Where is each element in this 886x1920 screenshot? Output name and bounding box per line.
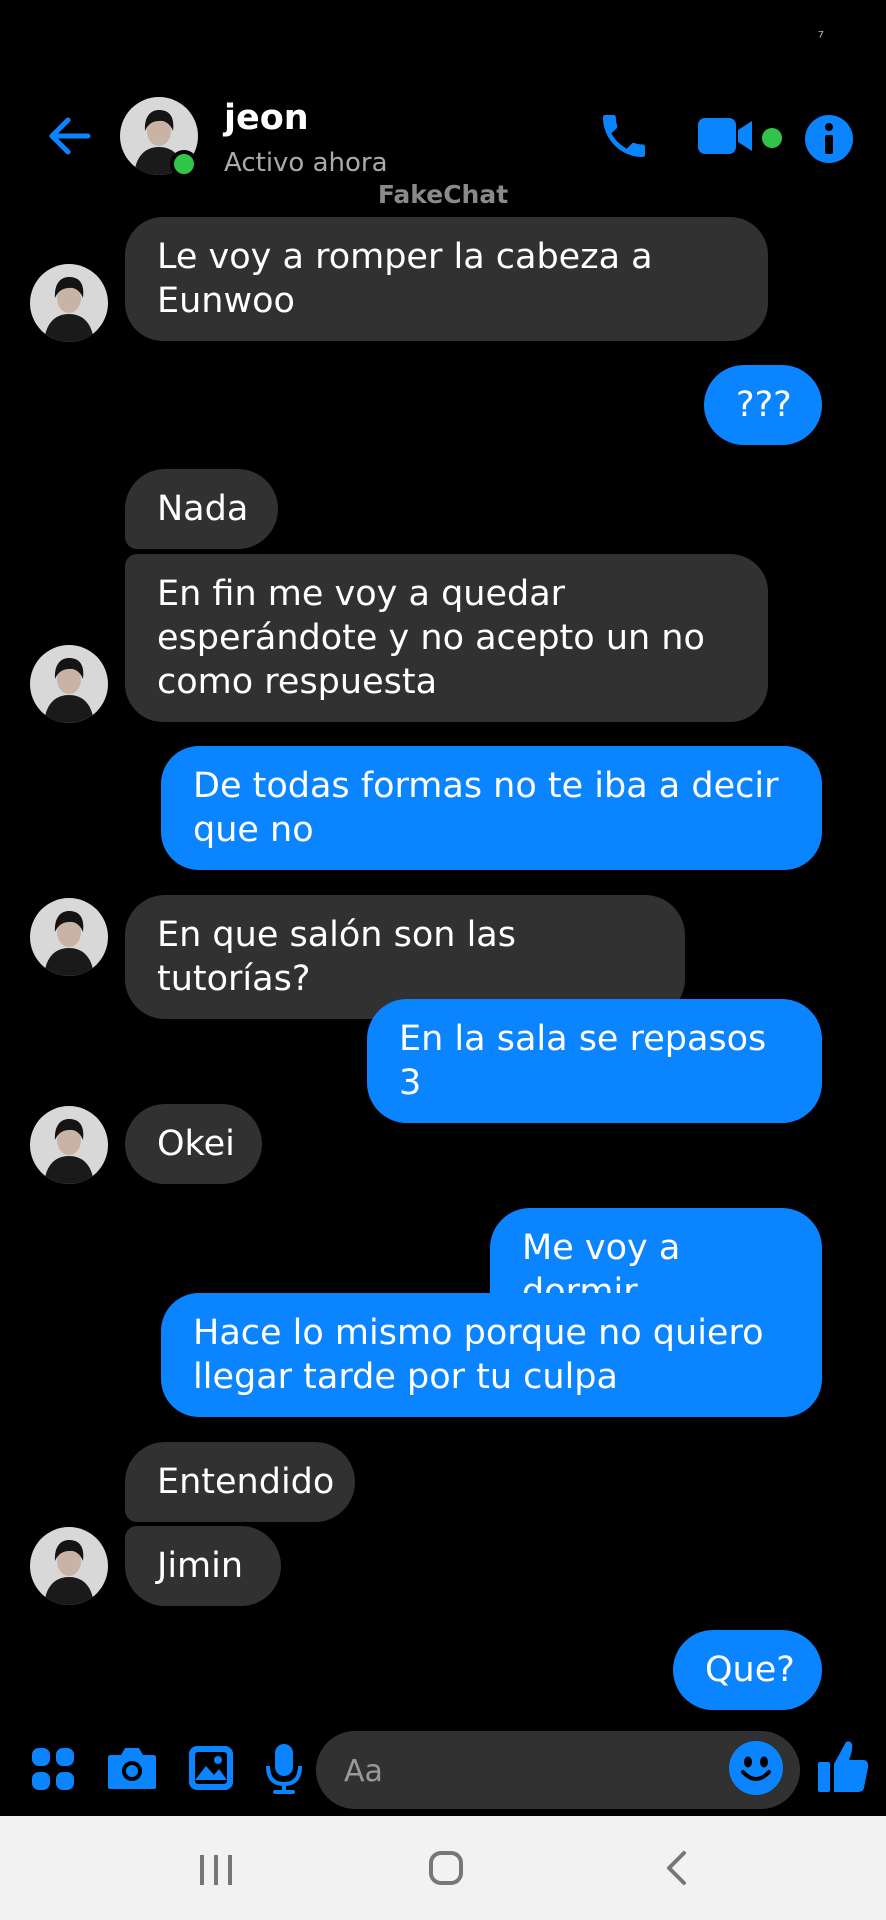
info-icon[interactable] <box>804 114 854 168</box>
online-status-dot <box>170 150 198 178</box>
message-bubble-incoming[interactable]: Le voy a romper la cabeza a Eunwoo <box>125 217 768 341</box>
message-bubble-outgoing[interactable]: Hace lo mismo porque no quiero llegar ta… <box>161 1293 822 1417</box>
gallery-icon[interactable] <box>187 1744 235 1796</box>
message-bubble-outgoing[interactable]: ??? <box>704 365 822 445</box>
sender-avatar[interactable] <box>30 1527 108 1605</box>
apps-icon[interactable] <box>32 1748 74 1794</box>
recents-icon[interactable] <box>198 1854 234 1890</box>
video-camera-icon[interactable] <box>696 108 756 168</box>
back-arrow-icon[interactable] <box>40 110 100 170</box>
microphone-icon[interactable] <box>264 1742 304 1800</box>
message-bubble-incoming[interactable]: Entendido <box>125 1442 355 1522</box>
system-nav-bar <box>0 1816 886 1920</box>
message-bubble-incoming[interactable]: En fin me voy a quedar esperándote y no … <box>125 554 768 722</box>
sender-avatar[interactable] <box>30 898 108 976</box>
message-input[interactable] <box>342 1731 726 1811</box>
home-icon[interactable] <box>428 1850 464 1890</box>
phone-icon[interactable] <box>596 108 652 168</box>
emoji-icon[interactable] <box>728 1740 784 1800</box>
message-bubble-incoming[interactable]: Okei <box>125 1104 262 1184</box>
message-bubble-outgoing[interactable]: Que? <box>673 1630 822 1710</box>
camera-icon[interactable] <box>106 1745 158 1795</box>
message-bubble-outgoing[interactable]: De todas formas no te iba a decir que no <box>161 746 822 870</box>
sender-avatar[interactable] <box>30 1106 108 1184</box>
message-bubble-outgoing[interactable]: En la sala se repasos 3 <box>367 999 822 1123</box>
thumbs-up-icon[interactable] <box>816 1738 870 1798</box>
sender-avatar[interactable] <box>30 645 108 723</box>
video-online-dot <box>762 128 782 148</box>
message-bubble-incoming[interactable]: Nada <box>125 469 278 549</box>
back-icon[interactable] <box>664 1850 688 1890</box>
sender-avatar[interactable] <box>30 264 108 342</box>
watermark: FakeChat <box>377 180 509 209</box>
status-indicator: ⁷ <box>817 28 824 47</box>
contact-name[interactable]: jeon <box>224 98 309 138</box>
contact-status: Activo ahora <box>224 148 388 178</box>
message-bubble-incoming[interactable]: Jimin <box>125 1526 281 1606</box>
